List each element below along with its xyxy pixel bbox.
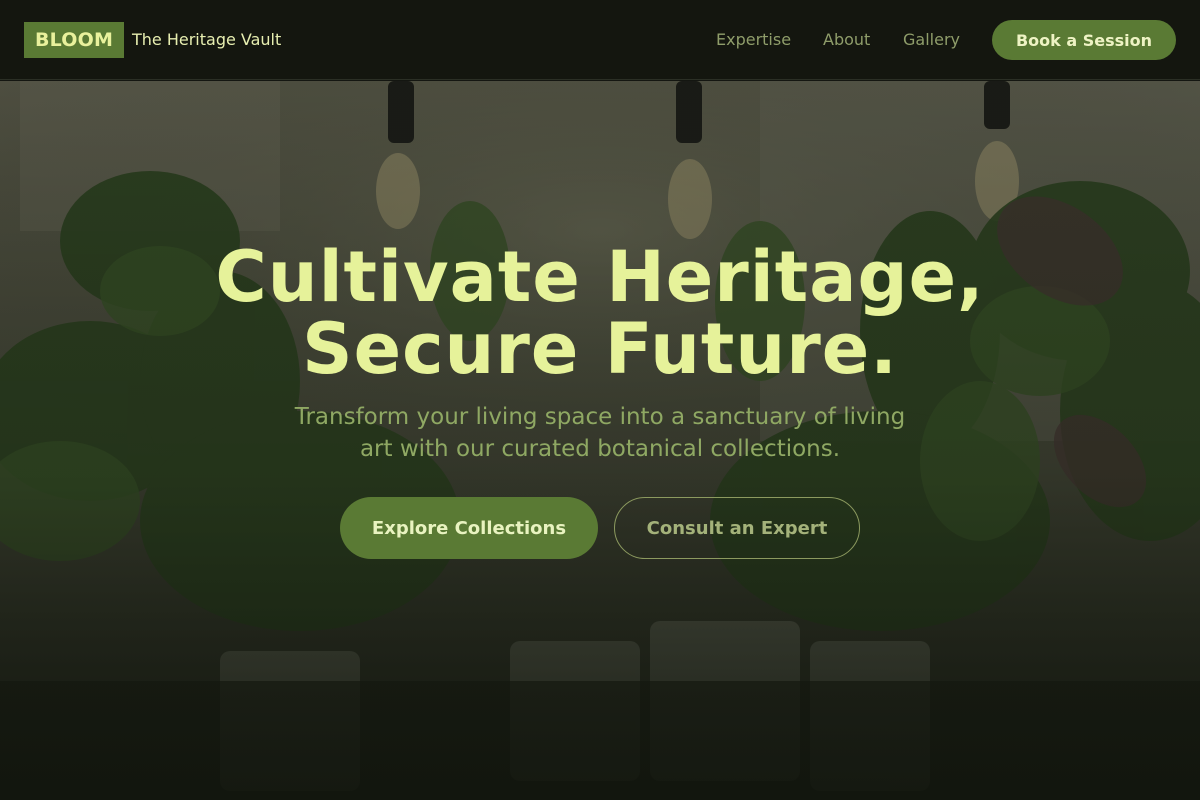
hero-subtitle-line-2: art with our curated botanical collectio… xyxy=(359,436,841,462)
hero-headline-line-1: Cultivate Heritage, xyxy=(215,236,985,318)
hero-subtitle-line-1: Transform your living space into a sanct… xyxy=(294,404,906,430)
brand-name: The Heritage Vault xyxy=(132,30,282,49)
consult-expert-button[interactable]: Consult an Expert xyxy=(614,497,860,559)
nav-link-about[interactable]: About xyxy=(823,30,870,49)
hero-section: Cultivate Heritage, Secure Future. Trans… xyxy=(0,81,1200,800)
book-session-button[interactable]: Book a Session xyxy=(992,20,1176,60)
hero-headline-line-2: Secure Future. xyxy=(302,308,898,390)
nav-link-expertise[interactable]: Expertise xyxy=(716,30,791,49)
bloom-logo[interactable]: BLOOM xyxy=(24,22,124,58)
explore-collections-button[interactable]: Explore Collections xyxy=(340,497,598,559)
top-nav-bar: BLOOM The Heritage Vault Expertise About… xyxy=(0,0,1200,80)
nav-link-gallery[interactable]: Gallery xyxy=(903,30,960,49)
